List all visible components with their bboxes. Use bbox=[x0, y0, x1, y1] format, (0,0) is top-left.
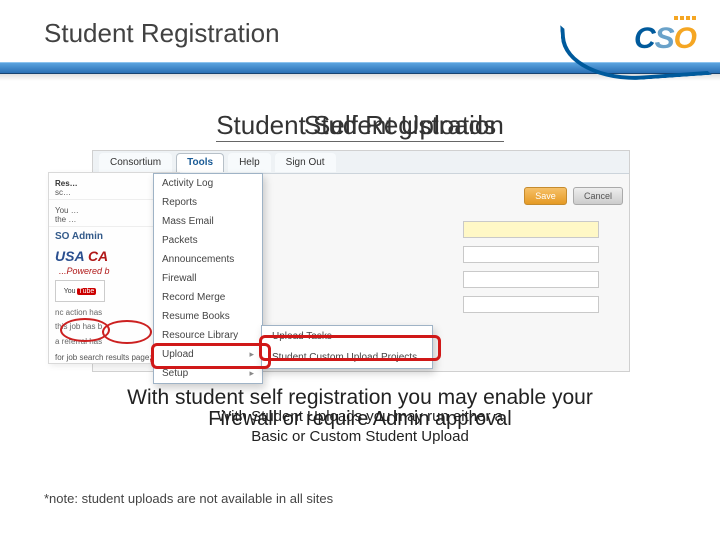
app-menubar: Consortium Tools Help Sign Out bbox=[93, 151, 629, 174]
menu-firewall[interactable]: Firewall bbox=[154, 269, 262, 288]
menu-mass-email[interactable]: Mass Email bbox=[154, 212, 262, 231]
tab-consortium[interactable]: Consortium bbox=[99, 153, 172, 172]
submenu-upload-tasks[interactable]: Upload Tasks bbox=[262, 326, 432, 347]
menu-resource-library[interactable]: Resource Library bbox=[154, 326, 262, 345]
form-field-4[interactable] bbox=[463, 296, 599, 313]
menu-announcements[interactable]: Announcements bbox=[154, 250, 262, 269]
menu-setup[interactable]: Setup bbox=[154, 364, 262, 383]
form-field-3[interactable] bbox=[463, 271, 599, 288]
menu-activity-log[interactable]: Activity Log bbox=[154, 174, 262, 193]
menu-record-merge[interactable]: Record Merge bbox=[154, 288, 262, 307]
menu-packets[interactable]: Packets bbox=[154, 231, 262, 250]
tab-help[interactable]: Help bbox=[228, 153, 271, 172]
upload-submenu: Upload Tasks Student Custom Upload Proje… bbox=[261, 325, 433, 369]
youtube-badge: YouTube bbox=[55, 280, 105, 302]
body-line-1: With student self registration you may e… bbox=[0, 386, 720, 410]
form-panel: Save Cancel bbox=[463, 187, 623, 319]
ca-text: CA bbox=[88, 248, 108, 264]
usa-text: USA bbox=[55, 248, 88, 264]
logo-letter-o: O bbox=[674, 22, 696, 55]
app-screenshot: Consortium Tools Help Sign Out Activity … bbox=[92, 150, 630, 372]
tools-dropdown: Activity Log Reports Mass Email Packets … bbox=[153, 173, 263, 384]
cso-logo: CSO bbox=[562, 10, 702, 74]
logo-letter-c: C bbox=[634, 22, 655, 55]
body-line-4: Basic or Custom Student Upload bbox=[0, 428, 720, 445]
logo-letter-s: S bbox=[655, 22, 674, 55]
form-field-2[interactable] bbox=[463, 246, 599, 263]
tab-sign-out[interactable]: Sign Out bbox=[275, 153, 336, 172]
submenu-student-custom-upload[interactable]: Student Custom Upload Projects bbox=[262, 347, 432, 368]
tab-tools[interactable]: Tools bbox=[176, 153, 224, 172]
menu-reports[interactable]: Reports bbox=[154, 193, 262, 212]
footnote: *note: student uploads are not available… bbox=[44, 491, 333, 506]
menu-resume-books[interactable]: Resume Books bbox=[154, 307, 262, 326]
red-circle-annotation bbox=[102, 320, 152, 344]
save-button[interactable]: Save bbox=[524, 187, 567, 205]
subtitle-uploads: Student Uploads bbox=[40, 110, 720, 141]
menu-upload[interactable]: Upload bbox=[154, 345, 262, 364]
form-field-1[interactable] bbox=[463, 221, 599, 238]
cancel-button[interactable]: Cancel bbox=[573, 187, 623, 205]
